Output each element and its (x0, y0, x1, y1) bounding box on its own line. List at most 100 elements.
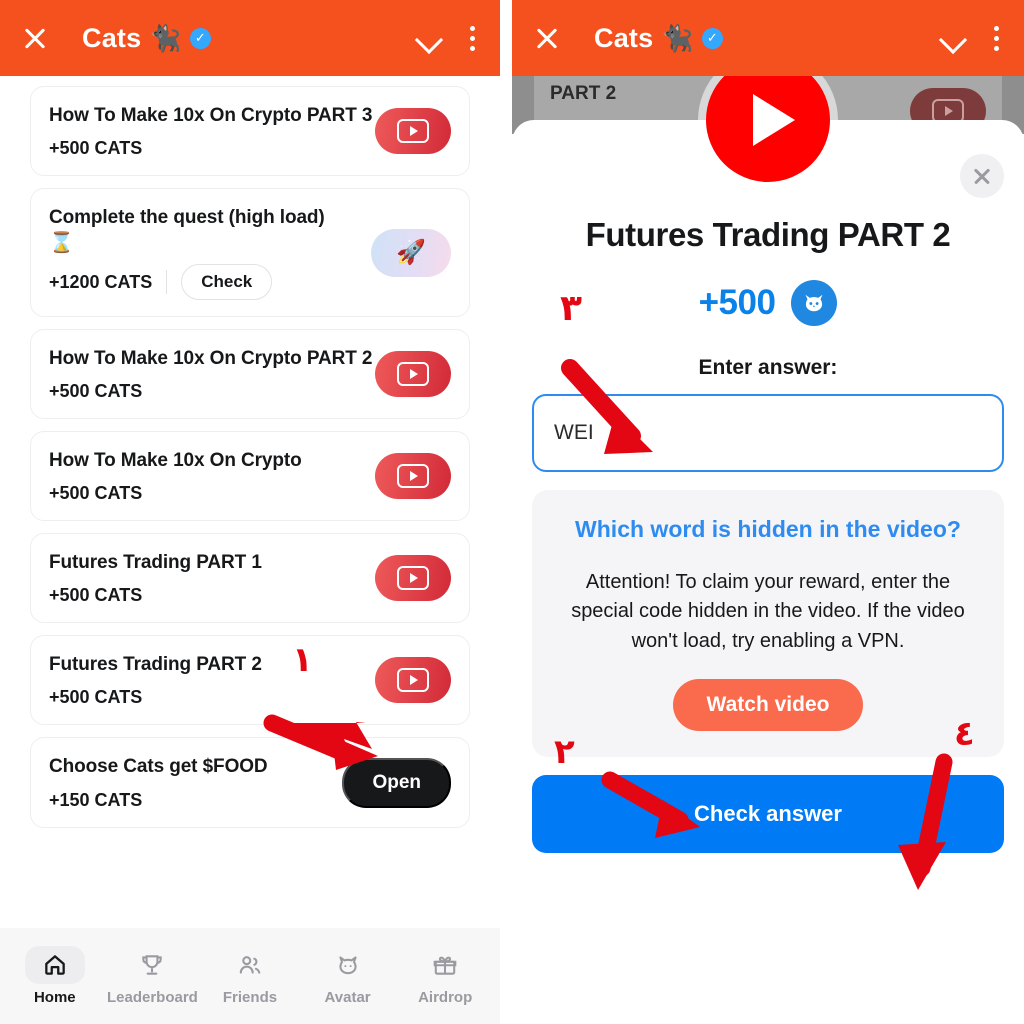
quest-card-4[interactable]: Futures Trading PART 1 +500 CATS (30, 533, 470, 624)
youtube-icon (397, 668, 429, 693)
gift-icon (415, 946, 475, 984)
quest-card-0[interactable]: How To Make 10x On Crypto PART 3 +500 CA… (30, 86, 470, 177)
nav-label: Airdrop (418, 989, 473, 1006)
instructions-text: Attention! To claim your reward, enter t… (571, 570, 965, 652)
quest-card-1[interactable]: Complete the quest (high load) ⌛ +1200 C… (30, 188, 470, 318)
youtube-play-button[interactable] (375, 453, 451, 500)
home-icon (24, 946, 85, 984)
rocket-button[interactable]: 🚀 (371, 228, 451, 277)
video-quest-modal: Futures Trading PART 2 +500 Enter answer… (512, 58, 1024, 1024)
quest-info-6: Choose Cats get $FOOD +150 CATS (49, 754, 342, 810)
nav-label: Friends (222, 989, 278, 1006)
quest-reward: +500 CATS (49, 483, 143, 504)
quest-meta: +1200 CATS Check (49, 264, 371, 301)
nav-item-airdrop[interactable]: Airdrop (400, 946, 490, 1006)
question-text: Which word is hidden in the video? (575, 516, 961, 542)
check-button[interactable]: Check (181, 264, 273, 301)
youtube-play-button[interactable] (375, 108, 451, 155)
app-title-text: Cats (82, 22, 142, 53)
youtube-icon (397, 566, 429, 591)
quest-title: Futures Trading PART 1 (49, 552, 262, 574)
quest-info-1: Complete the quest (high load) ⌛ +1200 C… (49, 205, 371, 301)
bottom-navigation: Home Leaderboard Friends Avatar Airdrop (0, 928, 500, 1024)
nav-label: Home (33, 989, 76, 1006)
info-card: Which word is hidden in the video? Atten… (532, 490, 1004, 757)
quest-meta: +500 CATS (49, 585, 375, 606)
cat-emoji-icon: 🐈‍⬛ (149, 23, 182, 53)
rocket-icon: 🚀 (396, 239, 426, 267)
play-button[interactable] (706, 58, 830, 182)
close-icon[interactable] (18, 21, 52, 55)
check-answer-button[interactable]: Check answer (532, 774, 1004, 853)
quest-title: Futures Trading PART 2 (49, 654, 262, 676)
quest-reward: +1200 CATS (49, 271, 153, 292)
quest-reward: +500 CATS (49, 687, 143, 708)
right-phone-panel: Cats 🐈‍⬛ ✓ How To Make 10x On Crypto PAR… (512, 0, 1024, 1024)
quest-title: Complete the quest (high load) (49, 207, 325, 229)
close-icon[interactable] (530, 21, 564, 55)
friends-icon (220, 946, 280, 984)
telegram-header-left: Cats 🐈‍⬛ ✓ (0, 0, 500, 76)
answer-input[interactable] (532, 394, 1004, 472)
cat-emoji-icon: 🐈‍⬛ (661, 23, 694, 53)
reward-row: +500 (532, 280, 1004, 326)
quest-meta: +500 CATS (49, 138, 375, 159)
quest-reward: +500 CATS (49, 585, 143, 606)
quest-reward: +500 CATS (49, 381, 143, 402)
app-title-right: Cats 🐈‍⬛ ✓ (594, 23, 723, 54)
quest-title: Choose Cats get $FOOD (49, 756, 268, 778)
chevron-down-icon[interactable] (938, 23, 968, 53)
telegram-header-right: Cats 🐈‍⬛ ✓ (512, 0, 1024, 76)
reward-amount: +500 (698, 283, 776, 322)
nav-label: Avatar (324, 989, 371, 1006)
kebab-menu-icon[interactable] (470, 25, 478, 51)
verified-badge-icon: ✓ (701, 27, 723, 49)
youtube-play-button-target[interactable] (375, 657, 451, 704)
youtube-icon (397, 362, 429, 387)
quest-meta: +500 CATS (49, 381, 375, 402)
nav-item-friends[interactable]: Friends (205, 946, 295, 1006)
open-button[interactable]: Open (342, 757, 451, 808)
nav-label: Leaderboard (106, 989, 198, 1006)
watch-video-button[interactable]: Watch video (672, 678, 864, 731)
youtube-play-button[interactable] (375, 555, 451, 602)
quest-title: How To Make 10x On Crypto PART 3 (49, 105, 373, 126)
nav-item-avatar[interactable]: Avatar (303, 946, 393, 1006)
youtube-play-button[interactable] (375, 351, 451, 398)
youtube-icon (397, 119, 429, 144)
quest-meta: +500 CATS (49, 483, 375, 504)
nav-item-leaderboard[interactable]: Leaderboard (106, 946, 198, 1006)
quest-title: How To Make 10x On Crypto (49, 450, 302, 472)
quest-reward: +150 CATS (49, 789, 143, 810)
quest-card-6[interactable]: Choose Cats get $FOOD +150 CATS Open (30, 737, 470, 828)
quest-card-3[interactable]: How To Make 10x On Crypto +500 CATS (30, 431, 470, 522)
divider (166, 270, 168, 295)
app-title-left: Cats 🐈‍⬛ ✓ (82, 23, 211, 54)
modal-close-icon[interactable] (960, 154, 1004, 198)
quest-list: How To Make 10x On Crypto PART 3 +500 CA… (0, 76, 500, 828)
trophy-icon (122, 946, 182, 984)
quest-info-3: How To Make 10x On Crypto +500 CATS (49, 448, 375, 504)
youtube-icon (397, 464, 429, 489)
nav-item-home[interactable]: Home (10, 946, 100, 1006)
hourglass-icon: ⌛ (49, 232, 74, 255)
quest-info-5: Futures Trading PART 2 +500 CATS (49, 652, 375, 708)
chevron-down-icon[interactable] (414, 23, 444, 53)
quest-card-2[interactable]: How To Make 10x On Crypto PART 2 +500 CA… (30, 329, 470, 420)
cat-coin-icon (791, 280, 838, 326)
quest-card-5[interactable]: Futures Trading PART 2 +500 CATS (30, 635, 470, 726)
quest-title: How To Make 10x On Crypto PART 2 (49, 348, 373, 370)
quest-meta: +150 CATS (49, 790, 342, 811)
left-phone-panel: Cats 🐈‍⬛ ✓ How To Make 10x On Crypto PAR… (0, 0, 500, 1024)
kebab-menu-icon[interactable] (994, 25, 1002, 51)
screenshot-root: Cats 🐈‍⬛ ✓ How To Make 10x On Crypto PAR… (0, 0, 1024, 1024)
enter-answer-label: Enter answer: (698, 356, 838, 379)
app-title-text: Cats (594, 22, 654, 53)
quest-reward: +500 CATS (49, 138, 143, 159)
quest-info-0: How To Make 10x On Crypto PART 3 +500 CA… (49, 103, 375, 159)
verified-badge-icon: ✓ (189, 27, 211, 49)
quest-info-4: Futures Trading PART 1 +500 CATS (49, 550, 375, 606)
quest-meta: +500 CATS (49, 687, 375, 708)
cat-face-icon (318, 946, 378, 984)
quest-info-2: How To Make 10x On Crypto PART 2 +500 CA… (49, 346, 375, 402)
